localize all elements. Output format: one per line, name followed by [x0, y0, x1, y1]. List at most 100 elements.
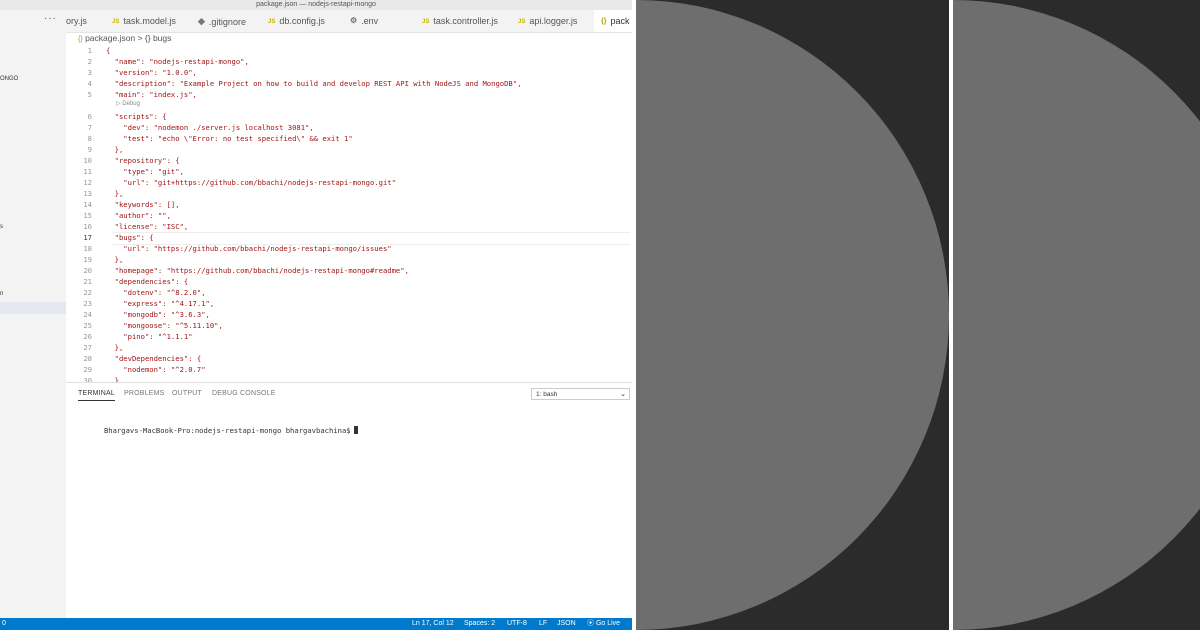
tab-label: db.config.js: [279, 16, 325, 26]
line-number: 18: [83, 244, 92, 253]
code-line[interactable]: 13 },: [66, 188, 632, 199]
line-number: 25: [83, 321, 92, 330]
tab-debug-console[interactable]: DEBUG CONSOLE: [212, 390, 276, 397]
sidebar-project-fragment[interactable]: ONGO: [0, 76, 18, 82]
tab-problems[interactable]: PROBLEMS: [124, 390, 165, 397]
code-line[interactable]: 26 "pino": "^1.1.1": [66, 331, 632, 342]
bottom-panel: TERMINAL PROBLEMS OUTPUT DEBUG CONSOLE 1…: [66, 382, 632, 619]
code-text: "dev": "nodemon ./server.js localhost 30…: [106, 123, 314, 132]
js-file-icon: JS: [422, 19, 430, 25]
code-line[interactable]: 22 "dotenv": "^8.2.0",: [66, 287, 632, 298]
decorative-half-circle: [953, 0, 1200, 630]
code-line[interactable]: 5 "main": "index.js",: [66, 89, 632, 100]
line-number: 17: [83, 233, 92, 242]
code-line[interactable]: 12 "url": "git+https://github.com/bbachi…: [66, 177, 632, 188]
tab-task-controller-js[interactable]: JS task.controller.js: [422, 10, 522, 32]
code-text: "license": "ISC",: [106, 222, 189, 231]
tab-package-json[interactable]: {} pack: [594, 10, 632, 32]
line-number: 3: [87, 68, 92, 77]
code-line[interactable]: 27 },: [66, 342, 632, 353]
decorative-half-circle: [636, 0, 949, 630]
code-line[interactable]: 30 }: [66, 375, 632, 382]
breadcrumb-file[interactable]: package.json: [85, 33, 135, 43]
code-line[interactable]: 9 },: [66, 144, 632, 155]
code-line[interactable]: 14 "keywords": [],: [66, 199, 632, 210]
sidebar-item-fragment[interactable]: s: [0, 224, 3, 230]
code-line[interactable]: 20 "homepage": "https://github.com/bbach…: [66, 265, 632, 276]
status-eol[interactable]: LF: [539, 618, 547, 630]
code-line[interactable]: 25 "mongoose": "^5.11.10",: [66, 320, 632, 331]
debug-codelens[interactable]: ▷ Debug: [116, 100, 140, 107]
line-number: 6: [87, 112, 92, 121]
code-text: "url": "git+https://github.com/bbachi/no…: [106, 178, 396, 187]
js-file-icon: JS: [112, 19, 120, 25]
code-line[interactable]: 19 },: [66, 254, 632, 265]
json-file-icon: {}: [78, 36, 83, 43]
code-text: "dependencies": {: [106, 277, 189, 286]
code-text: "name": "nodejs-restapi-mongo",: [106, 57, 249, 66]
status-bar: 0 Ln 17, Col 12 Spaces: 2 UTF-8 LF JSON …: [0, 618, 632, 630]
code-text: "mongodb": "^3.6.3",: [106, 310, 210, 319]
code-line[interactable]: 10 "repository": {: [66, 155, 632, 166]
code-line[interactable]: 29 "nodemon": "^2.0.7": [66, 364, 632, 375]
code-line[interactable]: 6 "scripts": {: [66, 111, 632, 122]
code-text: "author": "",: [106, 211, 171, 220]
code-text: "devDependencies": {: [106, 354, 202, 363]
status-go-live[interactable]: ⦿ Go Live: [587, 618, 620, 630]
code-line[interactable]: 7 "dev": "nodemon ./server.js localhost …: [66, 122, 632, 133]
tab-terminal[interactable]: TERMINAL: [78, 390, 115, 401]
tab-bar: ory.js JS task.model.js ◆ .gitignore JS db.…: [66, 10, 632, 33]
code-line[interactable]: 21 "dependencies": {: [66, 276, 632, 287]
status-indentation[interactable]: Spaces: 2: [464, 618, 495, 630]
line-number: 15: [83, 211, 92, 220]
code-line[interactable]: 28 "devDependencies": {: [66, 353, 632, 364]
sidebar-more-button[interactable]: ···: [44, 13, 57, 24]
editor-window: package.json — nodejs-restapi-mongo ··· …: [0, 0, 632, 630]
line-number: 28: [83, 354, 92, 363]
terminal-cursor: [353, 426, 358, 434]
code-line[interactable]: 11 "type": "git",: [66, 166, 632, 177]
sidebar-selected-row[interactable]: [0, 302, 66, 314]
code-line[interactable]: 3 "version": "1.0.0",: [66, 67, 632, 78]
terminal-output[interactable]: Bhargavs-MacBook-Pro:nodejs-restapi-mong…: [78, 417, 358, 444]
code-line[interactable]: 15 "author": "",: [66, 210, 632, 221]
tab-label: .gitignore: [208, 17, 246, 27]
code-line[interactable]: 2 "name": "nodejs-restapi-mongo",: [66, 56, 632, 67]
terminal-shell-select[interactable]: 1: bash ⌄: [531, 388, 630, 400]
code-line[interactable]: 8 "test": "echo \"Error: no test specifi…: [66, 133, 632, 144]
code-editor[interactable]: 1{2 "name": "nodejs-restapi-mongo", 3 "ve…: [66, 44, 632, 382]
status-left[interactable]: 0: [2, 618, 6, 630]
line-number: 13: [83, 189, 92, 198]
code-line[interactable]: 23 "express": "^4.17.1",: [66, 298, 632, 309]
status-cursor-position[interactable]: Ln 17, Col 12: [412, 618, 454, 630]
status-language[interactable]: JSON: [557, 618, 576, 630]
code-text: "pino": "^1.1.1": [106, 332, 193, 341]
tab-gitignore[interactable]: ◆ .gitignore: [198, 10, 262, 32]
line-number: 7: [87, 123, 92, 132]
decorative-panel: [636, 0, 949, 630]
breadcrumb-symbol[interactable]: bugs: [153, 33, 171, 43]
breadcrumb-separator: >: [137, 33, 143, 43]
line-number: 20: [83, 266, 92, 275]
tab-output[interactable]: OUTPUT: [172, 390, 202, 397]
tab-db-config-js[interactable]: JS db.config.js: [268, 10, 342, 32]
code-text: "dotenv": "^8.2.0",: [106, 288, 206, 297]
status-encoding[interactable]: UTF-8: [507, 618, 527, 630]
code-line[interactable]: 16 "license": "ISC",: [66, 221, 632, 232]
tab-api-logger-js[interactable]: JS api.logger.js: [518, 10, 598, 32]
tab-env[interactable]: ⚙ .env: [350, 10, 398, 32]
code-line[interactable]: 1{: [66, 45, 632, 56]
tab-label: .env: [361, 16, 379, 26]
tab-task-model-js[interactable]: JS task.model.js: [112, 10, 192, 32]
sidebar-item-fragment[interactable]: n: [0, 291, 3, 297]
code-text: "mongoose": "^5.11.10",: [106, 321, 223, 330]
gear-icon: ⚙: [350, 16, 358, 25]
code-line[interactable]: 24 "mongodb": "^3.6.3",: [66, 309, 632, 320]
breadcrumb: {} package.json > {} bugs: [78, 33, 171, 43]
code-text: }: [106, 376, 119, 382]
tab-ory-js[interactable]: ory.js: [66, 10, 106, 32]
js-file-icon: JS: [268, 19, 276, 25]
code-line[interactable]: 4 "description": "Example Project on how…: [66, 78, 632, 89]
code-text: "description": "Example Project on how t…: [106, 79, 522, 88]
code-text: },: [106, 189, 124, 198]
